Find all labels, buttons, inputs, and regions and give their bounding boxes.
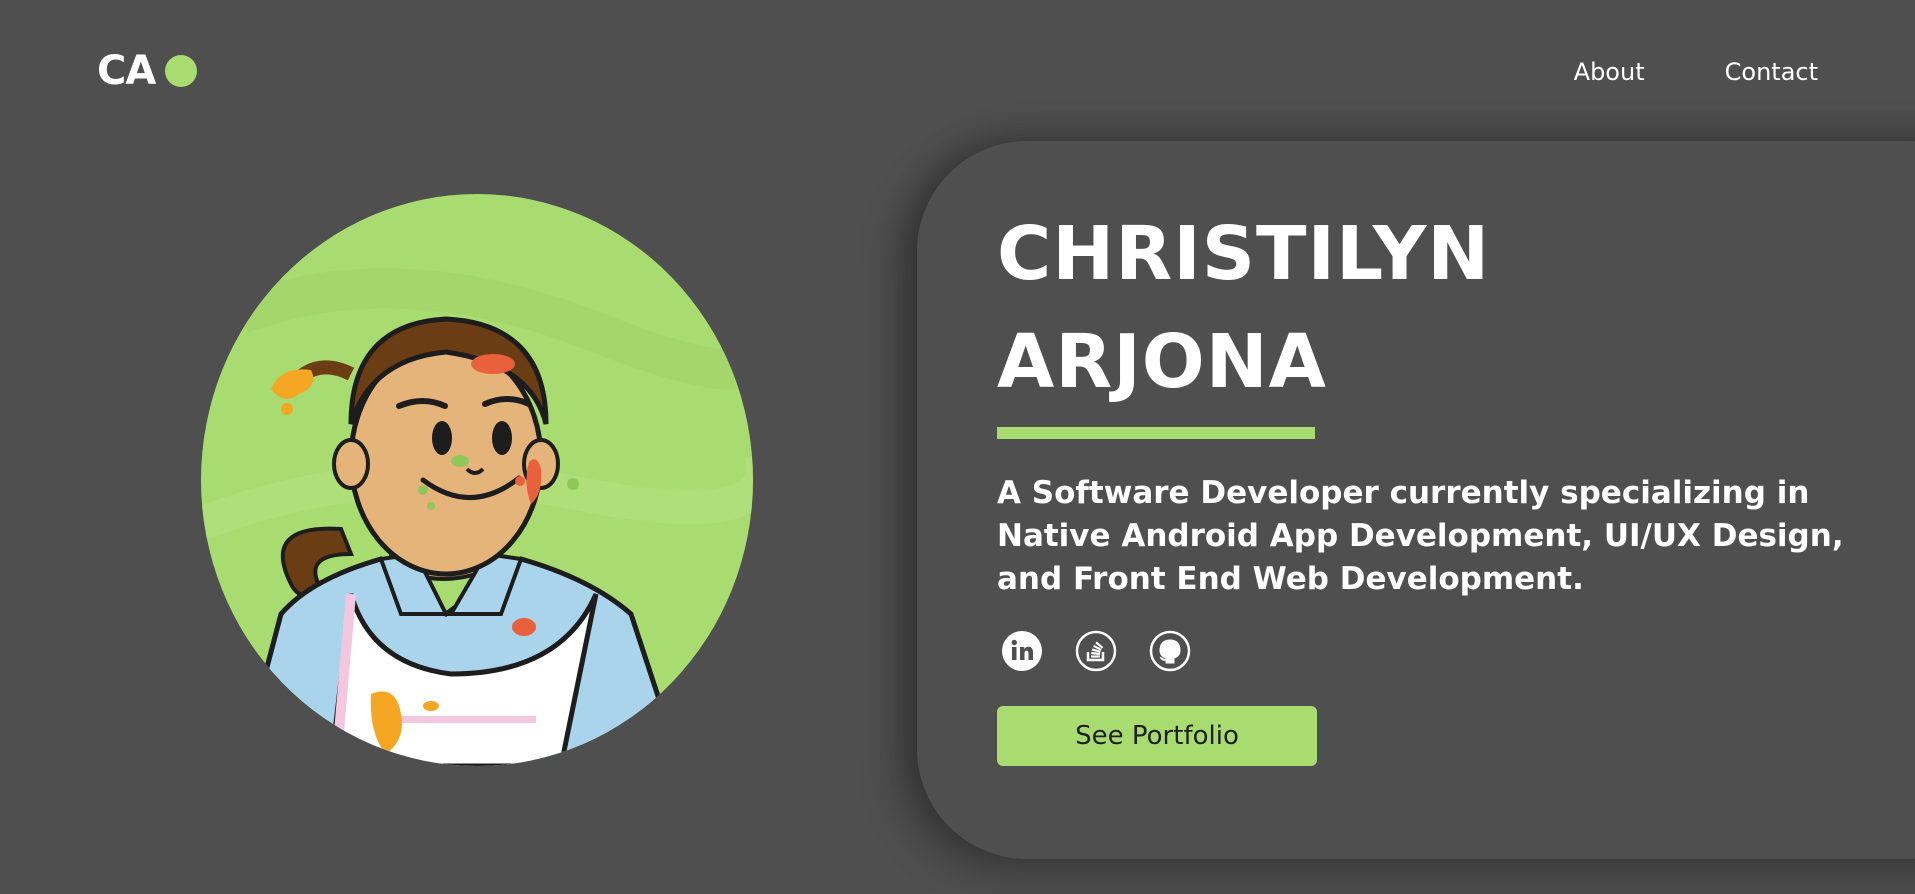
accent-divider	[997, 427, 1315, 439]
github-link[interactable]	[1149, 630, 1191, 672]
avatar-illustration	[201, 194, 753, 766]
stackoverflow-link[interactable]	[1075, 630, 1117, 672]
linkedin-link[interactable]	[1001, 630, 1043, 672]
page: CA About Contact CHRISTILYN ARJONA A Sof…	[0, 0, 1915, 894]
nav-contact-link[interactable]: Contact	[1725, 58, 1818, 86]
last-name: ARJONA	[997, 319, 1327, 405]
logo-text: CA	[97, 48, 156, 94]
stackoverflow-icon	[1075, 630, 1117, 672]
see-portfolio-button[interactable]: See Portfolio	[997, 706, 1317, 766]
github-icon	[1149, 630, 1191, 672]
hero-name: CHRISTILYN ARJONA	[997, 200, 1697, 416]
first-name: CHRISTILYN	[997, 211, 1491, 297]
main-nav: About Contact	[1574, 58, 1818, 86]
logo[interactable]: CA	[97, 48, 198, 94]
logo-dot	[165, 55, 198, 87]
hero-tagline: A Software Developer currently specializ…	[997, 475, 1844, 597]
linkedin-icon	[1002, 631, 1042, 671]
social-links	[1001, 630, 1191, 672]
nav-about-link[interactable]: About	[1574, 58, 1645, 86]
